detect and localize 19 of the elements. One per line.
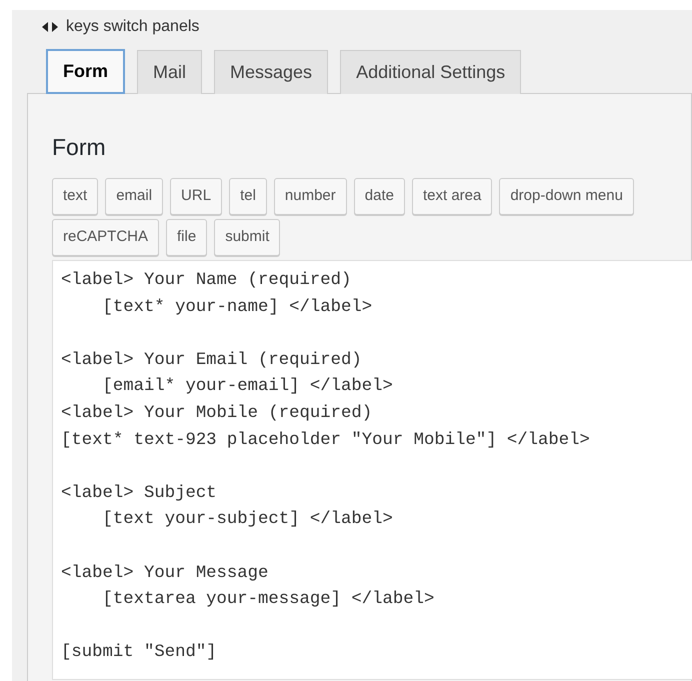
tag-button[interactable]: email — [105, 178, 164, 215]
tab[interactable]: Additional Settings — [340, 50, 522, 94]
keyboard-hint: keys switch panels — [66, 17, 200, 37]
panel-title: Form — [52, 133, 107, 162]
tag-button[interactable]: number — [274, 178, 347, 215]
tab[interactable]: Messages — [214, 50, 328, 94]
tag-button[interactable]: reCAPTCHA — [52, 219, 160, 256]
left-right-arrows-icon — [42, 22, 58, 32]
tag-button[interactable]: submit — [214, 219, 280, 256]
tab[interactable]: Mail — [137, 50, 202, 94]
form-code-editor[interactable]: <label> Your Name (required) [text* your-name] </label> <label> Your Email (required) [email* your-email] </label> <label> Your Mobile (required) [text* text-923 placeholder "Your Mobile"] </label> <label> Subject [text your-subject] </label> <label> Your Message [textarea your-message] </label> [submit "Send"] — [52, 260, 692, 680]
tag-button[interactable]: text — [52, 178, 98, 215]
tag-button[interactable]: tel — [229, 178, 267, 215]
tag-button[interactable]: text area — [412, 178, 492, 215]
tag-button[interactable]: URL — [170, 178, 222, 215]
tag-button[interactable]: file — [166, 219, 208, 256]
tag-button[interactable]: date — [354, 178, 405, 215]
tag-button[interactable]: drop-down menu — [499, 178, 634, 215]
tab[interactable]: Form — [46, 49, 125, 94]
